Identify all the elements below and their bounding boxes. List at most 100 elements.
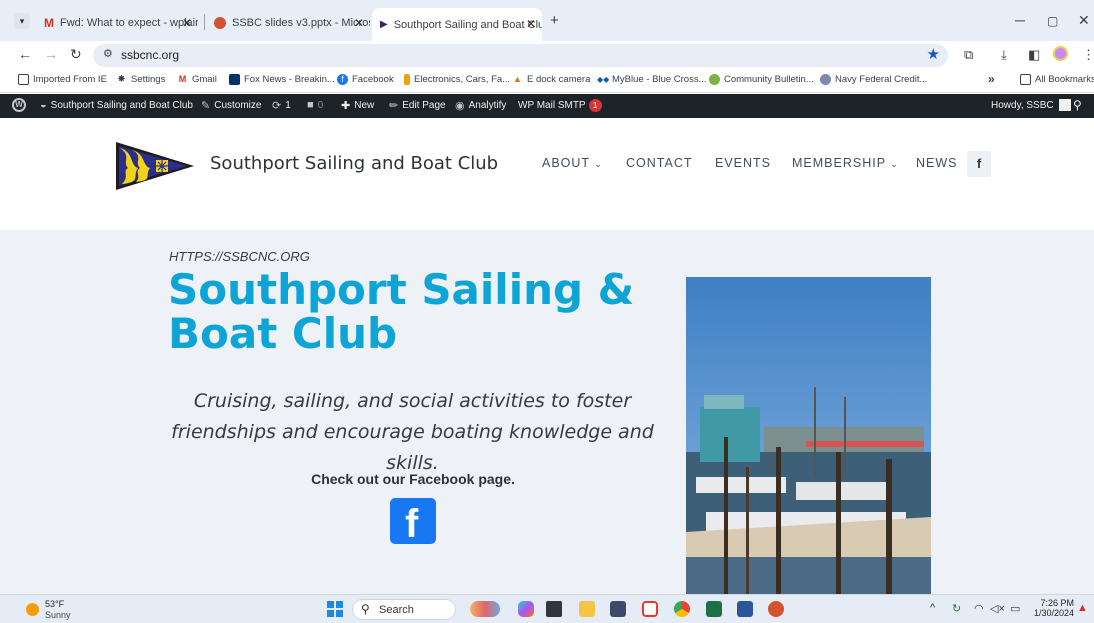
store-icon[interactable] xyxy=(610,601,626,617)
clock[interactable]: 7:26 PM 1/30/2024 xyxy=(1030,598,1074,618)
search-icon[interactable]: ⚲ xyxy=(1073,98,1082,112)
site-title[interactable]: Southport Sailing and Boat Club xyxy=(210,153,498,174)
file-explorer-icon[interactable] xyxy=(579,601,595,617)
facebook-logo-icon[interactable]: f xyxy=(390,498,436,546)
chevron-up-icon[interactable]: ^ xyxy=(930,602,935,614)
bookmark-gmail[interactable]: M Gmail xyxy=(177,74,217,85)
tab-powerpoint[interactable]: SSBC slides v3.pptx - Microsoft ✕ xyxy=(208,9,370,37)
marina-photo xyxy=(686,277,931,594)
side-panel-icon[interactable]: ◧ xyxy=(1028,47,1040,63)
foxnews-icon xyxy=(229,74,240,85)
reload-icon[interactable]: ↻ xyxy=(70,46,82,63)
bookmarks-overflow-button[interactable]: » xyxy=(988,72,995,86)
bookmark-e-dock-camera[interactable]: ▲ E dock camera xyxy=(512,74,590,85)
all-bookmarks-label: All Bookmarks xyxy=(1035,74,1094,85)
close-window-icon[interactable]: ✕ xyxy=(1078,12,1090,29)
close-icon[interactable]: ✕ xyxy=(354,16,364,30)
wifi-icon[interactable]: ◠ xyxy=(974,602,984,615)
wp-howdy[interactable]: Howdy, SSBC xyxy=(991,99,1071,111)
word-icon[interactable] xyxy=(737,601,753,617)
nav-events[interactable]: EVENTS xyxy=(715,156,771,170)
bookmark-label: MyBlue - Blue Cross... xyxy=(612,74,707,85)
download-icon[interactable]: ⤓ xyxy=(1001,47,1007,63)
wp-site-name[interactable]: ◒ Southport Sailing and Boat Club xyxy=(40,99,193,111)
bookmarks-bar: Imported From IE ✸ Settings M Gmail Fox … xyxy=(0,69,1094,93)
restore-icon[interactable]: ▢ xyxy=(1047,14,1058,28)
wp-analytify[interactable]: ◉ Analytify xyxy=(455,99,506,112)
bookmark-label: Electronics, Cars, Fa... xyxy=(414,74,511,85)
wp-mail-smtp[interactable]: WP Mail SMTP 1 xyxy=(518,99,602,112)
bookmark-label: E dock camera xyxy=(527,74,591,85)
bookmark-star-icon[interactable]: ★ xyxy=(927,45,940,63)
profile-avatar[interactable] xyxy=(1053,46,1068,61)
taskbar-search-label: Search xyxy=(379,604,414,616)
hero-wave xyxy=(0,230,1094,258)
clock-date: 1/30/2024 xyxy=(1033,608,1074,618)
nav-news[interactable]: NEWS xyxy=(916,156,958,170)
close-icon[interactable]: ✕ xyxy=(182,16,192,30)
address-bar[interactable]: ⚙ ssbcnc.org ★ xyxy=(93,44,948,67)
wp-edit-page-label: Edit Page xyxy=(402,100,446,111)
notification-badge: 1 xyxy=(588,99,602,112)
excel-icon[interactable] xyxy=(706,601,722,617)
bookmark-imported-from-ie[interactable]: Imported From IE xyxy=(18,74,107,85)
wp-customize[interactable]: ✎ Customize xyxy=(201,99,261,112)
site-info-icon[interactable]: ⚙ xyxy=(103,47,113,60)
nav-contact[interactable]: CONTACT xyxy=(626,156,693,170)
ssbc-flag-icon: ▶ xyxy=(380,19,388,30)
close-icon[interactable]: ✕ xyxy=(526,17,536,31)
security-app-icon[interactable] xyxy=(642,601,658,617)
nav-label: MEMBERSHIP xyxy=(792,156,886,170)
bookmark-myblue[interactable]: ◆◆ MyBlue - Blue Cross... xyxy=(597,74,707,85)
notification-bell-icon[interactable]: ▲ xyxy=(1077,602,1088,614)
bookmark-navy-federal[interactable]: Navy Federal Credit... xyxy=(820,74,927,85)
widgets-icon[interactable] xyxy=(470,601,500,617)
wp-edit-page[interactable]: ✏ Edit Page xyxy=(389,99,446,112)
new-tab-button[interactable]: + xyxy=(550,12,559,29)
wp-updates[interactable]: ⟳ 1 xyxy=(272,99,291,112)
windows-start-icon[interactable] xyxy=(327,601,343,617)
wordpress-logo-icon[interactable]: W xyxy=(12,98,26,112)
bookmark-label: Gmail xyxy=(192,74,217,85)
all-bookmarks-button[interactable]: All Bookmarks xyxy=(1020,74,1094,85)
search-icon: ⚲ xyxy=(361,602,370,616)
nav-membership[interactable]: MEMBERSHIP ⌄ xyxy=(792,156,899,170)
nav-about[interactable]: ABOUT ⌄ xyxy=(542,156,603,170)
weather-widget[interactable]: 53°F Sunny xyxy=(26,599,96,621)
volume-icon[interactable]: ◁× xyxy=(990,602,1005,615)
forward-arrow-icon[interactable]: → xyxy=(44,46,58,62)
tab-title: Fwd: What to expect - wplaine xyxy=(60,17,198,29)
task-view-icon[interactable] xyxy=(546,601,562,617)
wp-new[interactable]: ✚ New xyxy=(341,99,374,112)
taskbar-search[interactable]: ⚲ Search xyxy=(352,599,456,620)
tab-gmail[interactable]: M Fwd: What to expect - wplaine ✕ xyxy=(38,9,198,37)
club-logo[interactable] xyxy=(112,138,198,194)
battery-icon[interactable]: ▭ xyxy=(1010,602,1020,615)
tab-ssbc[interactable]: ▶ Southport Sailing and Boat Clu ✕ xyxy=(372,8,542,41)
bookmark-fox-news[interactable]: Fox News - Breakin... xyxy=(229,74,335,85)
sync-icon[interactable]: ↻ xyxy=(952,602,961,615)
bookmark-settings[interactable]: ✸ Settings xyxy=(116,74,165,85)
extensions-icon[interactable]: ⧉ xyxy=(964,47,973,63)
back-arrow-icon[interactable]: ← xyxy=(18,46,32,62)
menu-kebab-icon[interactable]: ⋮ xyxy=(1082,47,1094,63)
wp-analytify-label: Analytify xyxy=(468,100,507,111)
bookmark-community-bulletin[interactable]: Community Bulletin... xyxy=(709,74,814,85)
gmail-icon: M xyxy=(178,74,187,84)
tab-search-button[interactable]: ▾ xyxy=(14,13,30,29)
wp-admin-bar: W ◒ Southport Sailing and Boat Club ✎ Cu… xyxy=(0,94,1094,118)
bookmark-facebook[interactable]: f Facebook xyxy=(337,74,394,85)
avatar xyxy=(1058,99,1071,111)
chrome-icon[interactable] xyxy=(674,601,690,617)
address-url[interactable]: ssbcnc.org xyxy=(121,48,179,62)
copilot-icon[interactable] xyxy=(518,601,534,617)
bookmark-ebay[interactable]: Electronics, Cars, Fa... xyxy=(404,74,510,85)
minimize-icon[interactable]: ─ xyxy=(1015,12,1025,28)
wp-comments[interactable]: ■ 0 xyxy=(307,99,323,111)
facebook-icon: f xyxy=(337,74,348,85)
powerpoint-icon[interactable] xyxy=(768,601,784,617)
facebook-logo-letter: f xyxy=(405,502,419,546)
bookmark-label: Imported From IE xyxy=(33,74,107,85)
browser-tab-strip: ▾ M Fwd: What to expect - wplaine ✕ SSBC… xyxy=(0,0,1094,41)
facebook-nav-icon[interactable]: f xyxy=(967,151,991,177)
